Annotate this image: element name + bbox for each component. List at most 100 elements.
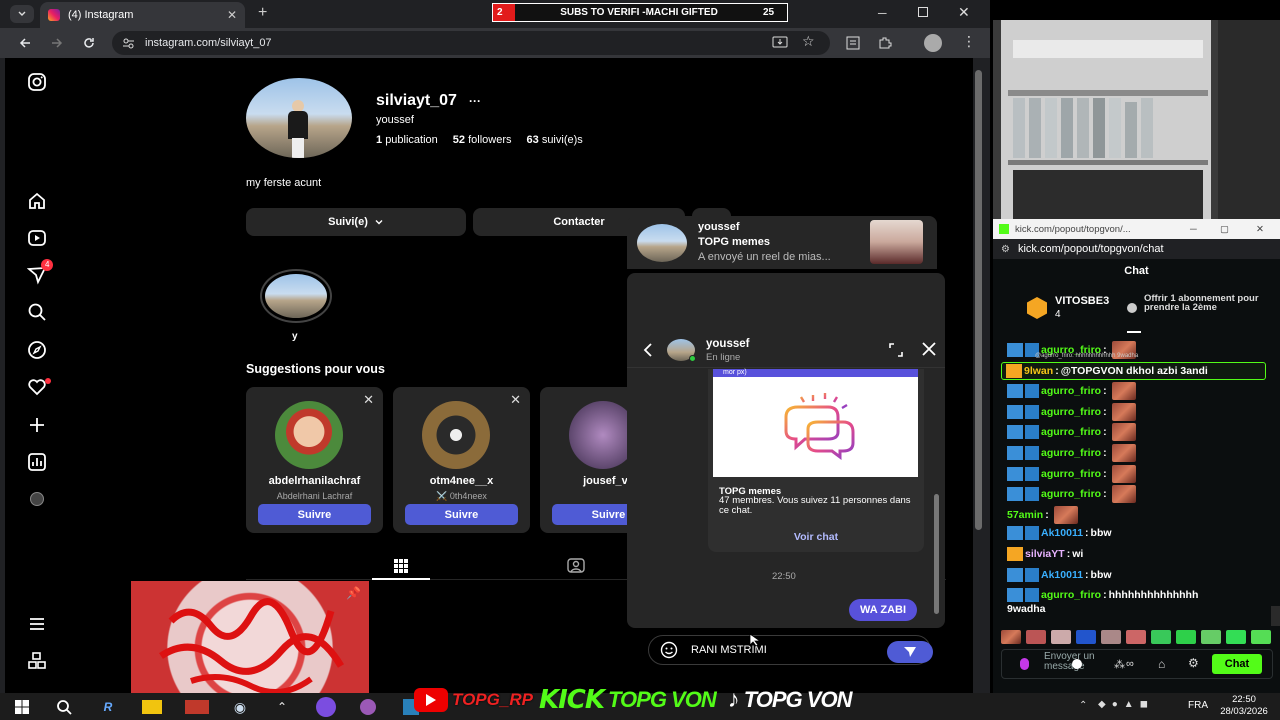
nav-reels[interactable] [19, 225, 55, 251]
steam-icon[interactable]: ◉ [230, 697, 250, 717]
reload-icon[interactable] [82, 36, 96, 50]
suggestion-avatar[interactable] [422, 401, 490, 469]
instagram-logo-icon[interactable] [27, 72, 47, 92]
close-tab-icon[interactable]: ✕ [227, 8, 237, 22]
dm-scrollbar-thumb[interactable] [934, 494, 939, 614]
close-window-button[interactable]: ✕ [958, 4, 970, 21]
back-icon[interactable] [643, 343, 653, 357]
tab-search-button[interactable] [10, 5, 34, 23]
store-icon[interactable]: ⌂ [1158, 657, 1165, 671]
profile-avatar[interactable] [246, 78, 352, 158]
tab-instagram[interactable]: (4) Instagram ✕ [40, 2, 245, 28]
suggestion-name[interactable]: abdelrhanilachraf [246, 475, 383, 487]
nav-create[interactable] [19, 412, 55, 438]
chat-message[interactable]: silviaYT: wi [1007, 547, 1083, 561]
chat-message[interactable]: agurro_friro: [1007, 423, 1136, 442]
emote-icon[interactable] [1226, 630, 1246, 644]
chat-username[interactable]: agurro_friro [1041, 446, 1101, 460]
emote-icon[interactable] [1151, 630, 1171, 644]
stat-followers[interactable]: 52 followers [453, 134, 512, 146]
gift-subscription-text[interactable]: Offrir 1 abonnement pour prendre la 2ème [1144, 294, 1274, 313]
sent-message-bubble[interactable]: WA ZABI [849, 599, 918, 621]
group-icon[interactable]: ⁂ [1114, 658, 1125, 671]
emote-icon[interactable] [1076, 630, 1096, 644]
stat-following[interactable]: 63 suivi(e)s [527, 134, 583, 146]
chat-username[interactable]: 9lwan [1024, 364, 1053, 378]
emoji-icon[interactable] [660, 641, 678, 659]
language-indicator[interactable]: FRA [1188, 700, 1208, 711]
scrollbar-thumb[interactable] [975, 70, 982, 530]
nav-dashboard[interactable] [19, 449, 55, 475]
forward-arrow-icon[interactable] [50, 36, 64, 50]
emote-icon[interactable] [1001, 630, 1021, 644]
emote-icon[interactable] [1251, 630, 1271, 644]
emoji-icon[interactable] [1072, 659, 1082, 669]
extension-icon[interactable] [846, 36, 860, 50]
file-explorer-icon[interactable] [142, 700, 162, 714]
chat-username[interactable]: Ak10011 [1041, 526, 1083, 540]
emote-icon[interactable] [1101, 630, 1121, 644]
mic-icon[interactable] [1020, 658, 1029, 670]
chat-message[interactable]: 9lwan: @TOPGVON dkhol azbi 3andi [1001, 361, 1266, 380]
chat-message[interactable]: agurro_friro: [1007, 402, 1136, 421]
tray-app-icon[interactable]: ◼ [1140, 699, 1148, 713]
chat-message[interactable]: agurro_friro: [1007, 464, 1136, 483]
chat-username[interactable]: agurro_friro [1041, 487, 1101, 501]
tray-app-icon[interactable]: ◆ [1098, 699, 1106, 713]
profile-options-icon[interactable]: ··· [469, 94, 481, 108]
page-scrollbar[interactable] [973, 58, 985, 693]
chat-message[interactable]: agurro_friro: [1007, 382, 1136, 401]
dismiss-icon[interactable]: ✕ [363, 392, 374, 408]
nav-search[interactable] [19, 299, 55, 325]
follow-button[interactable]: Suivre [405, 504, 518, 525]
site-info-icon[interactable]: ⚙ [1001, 244, 1010, 255]
emote-icon[interactable] [1051, 630, 1071, 644]
new-tab-button[interactable]: + [258, 4, 267, 22]
install-app-icon[interactable] [772, 36, 788, 50]
site-info-icon[interactable] [122, 37, 135, 50]
tray-app-icon[interactable]: ● [1112, 699, 1118, 713]
more-menu-icon[interactable]: ⋮ [962, 33, 976, 50]
kick-maximize-button[interactable]: ▢ [1220, 224, 1256, 235]
expand-icon[interactable] [889, 343, 903, 357]
link-icon[interactable]: ∞ [1126, 658, 1134, 670]
suggestion-name[interactable]: jousef_vv [540, 475, 640, 487]
suggestion-avatar[interactable] [275, 401, 343, 469]
chat-message[interactable]: 57amin: [1007, 505, 1078, 524]
nav-more[interactable] [19, 611, 55, 637]
puzzle-icon[interactable] [878, 36, 892, 50]
chrome-profile-icon[interactable] [316, 697, 336, 717]
chat-message[interactable]: agurro_friro: [1007, 485, 1136, 504]
search-icon[interactable] [54, 697, 74, 717]
tagged-icon[interactable] [567, 557, 585, 573]
settings-gear-icon[interactable]: ⚙ [1188, 656, 1199, 670]
windows-start-icon[interactable] [12, 697, 32, 717]
minimize-button[interactable]: ─ [878, 6, 887, 20]
voicemeeter-icon[interactable] [185, 700, 209, 714]
send-button[interactable] [887, 641, 933, 663]
dm-preview-card[interactable]: youssef TOPG memes A envoyé un reel de m… [627, 216, 937, 269]
follow-button[interactable]: Suivre [258, 504, 371, 525]
clock[interactable]: 22:50 28/03/2026 [1219, 694, 1269, 718]
chat-message[interactable]: Ak10011: bbw [1007, 526, 1112, 541]
rockstar-app-icon[interactable]: R [98, 697, 118, 717]
kick-url-bar[interactable]: ⚙ kick.com/popout/topgvon/chat [993, 239, 1280, 259]
story-highlight[interactable] [260, 269, 332, 323]
drag-handle-icon[interactable] [1127, 331, 1141, 333]
app-icon[interactable] [360, 699, 376, 715]
chat-username[interactable]: 57amin [1007, 508, 1043, 522]
chat-username[interactable]: silviaYT [1025, 547, 1065, 561]
bookmark-star-icon[interactable]: ☆ [802, 33, 815, 50]
chat-username[interactable]: agurro_friro [1041, 405, 1101, 419]
post-thumbnail[interactable]: 📌 [131, 581, 369, 693]
kick-minimize-button[interactable]: ─ [1190, 224, 1220, 235]
nav-home[interactable] [19, 188, 55, 214]
kick-close-button[interactable]: ✕ [1256, 224, 1280, 235]
chat-username[interactable]: agurro_friro [1041, 588, 1101, 602]
chat-message[interactable]: agurro_friro: hhhhhhhhhhhhhh [1007, 588, 1198, 603]
chat-message[interactable]: Ak10011: bbw [1007, 567, 1112, 582]
view-chat-link[interactable]: Voir chat [708, 531, 924, 543]
emote-icon[interactable] [1026, 630, 1046, 644]
tray-chevron-icon[interactable]: ⌃ [1079, 700, 1087, 711]
emote-icon[interactable] [1201, 630, 1221, 644]
